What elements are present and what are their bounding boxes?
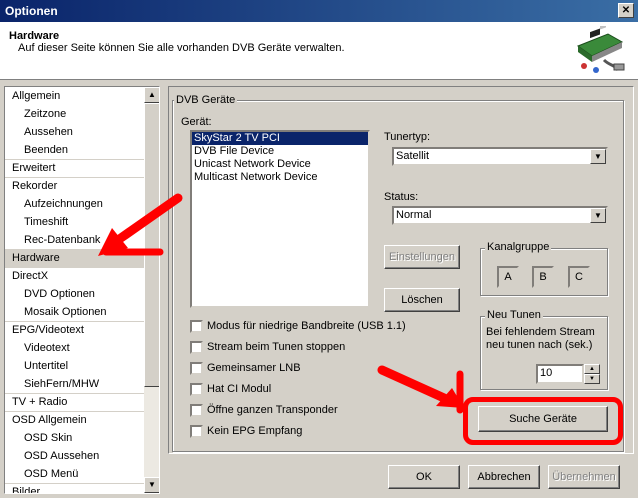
annotation-arrow-icon (98, 193, 183, 256)
annotation-arrow-icon (377, 365, 464, 414)
annotation-arrows (98, 193, 464, 414)
